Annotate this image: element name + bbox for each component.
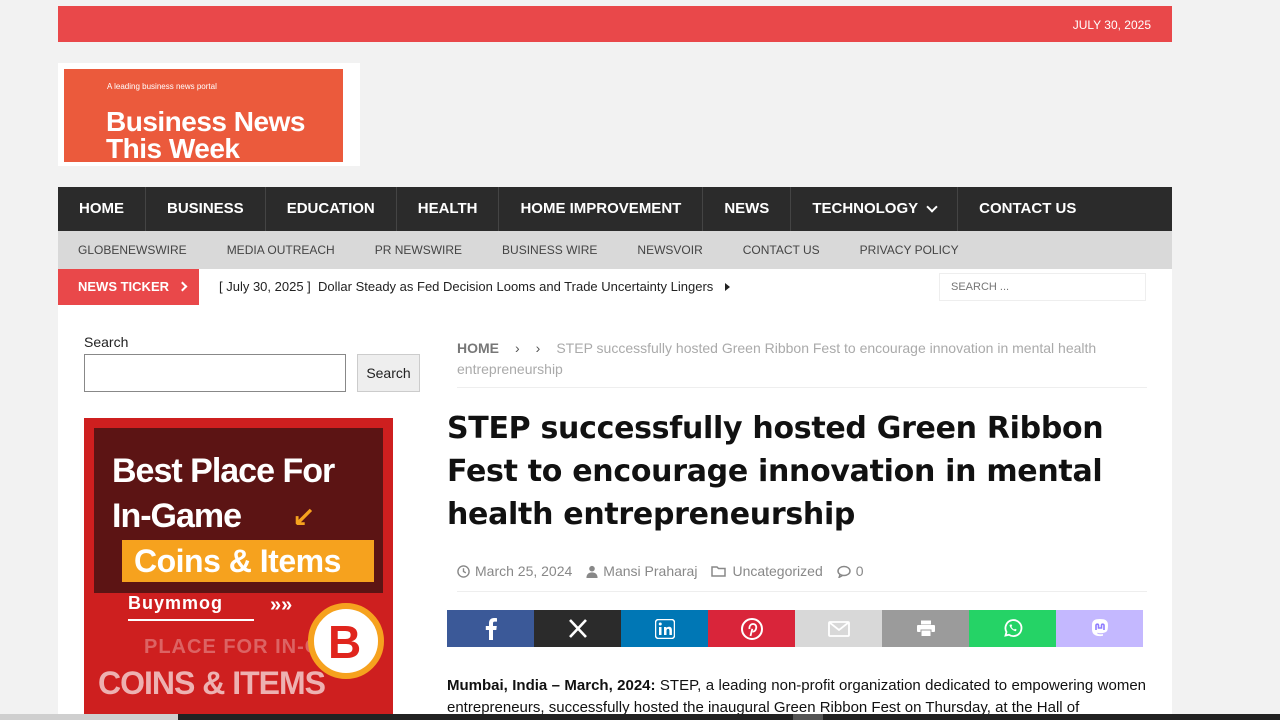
printer-icon xyxy=(916,620,935,637)
share-linkedin-button[interactable] xyxy=(621,610,708,647)
main-content: Search Search Best Place For In-Game ↙ C… xyxy=(58,305,1172,720)
subnav-globenewswire[interactable]: Globenewswire xyxy=(58,231,207,269)
ad-brand-underline xyxy=(128,619,254,621)
brand-logo-icon: B xyxy=(308,603,384,679)
news-ticker-label: News Ticker xyxy=(58,269,199,305)
ticker-headline: Dollar Steady as Fed Decision Looms and … xyxy=(318,279,714,294)
mastodon-icon xyxy=(1091,619,1108,637)
horizontal-scrollbar[interactable] xyxy=(178,714,1280,720)
share-x-button[interactable] xyxy=(534,610,621,647)
nav-home-improvement[interactable]: Home Improvement xyxy=(499,187,704,231)
breadcrumb-home[interactable]: Home xyxy=(457,340,499,356)
nav-health[interactable]: Health xyxy=(397,187,500,231)
scrollbar-track-left xyxy=(0,714,178,720)
article-title: STEP successfully hosted Green Ribbon Fe… xyxy=(447,411,1104,532)
logo-name-line1: Business News xyxy=(106,106,305,137)
meta-author-text: Mansi Praharaj xyxy=(603,563,698,579)
ticker-headline-link[interactable]: [ July 30, 2025 ] Dollar Steady as Fed D… xyxy=(219,269,730,305)
share-mastodon-button[interactable] xyxy=(1056,610,1143,647)
nav-technology-label: Technology xyxy=(812,200,919,217)
meta-category-text: Uncategorized xyxy=(732,563,823,579)
chevron-right-icon: › xyxy=(535,340,541,356)
share-print-button[interactable] xyxy=(882,610,969,647)
meta-date-text: March 25, 2024 xyxy=(475,563,573,579)
ad-brand: Buymmog xyxy=(128,593,224,613)
ticker-date: [ July 30, 2025 ] xyxy=(219,279,311,294)
nav-education[interactable]: Education xyxy=(266,187,397,231)
arrow-down-left-icon: ↙ xyxy=(292,502,316,533)
linkedin-icon xyxy=(654,618,675,639)
facebook-icon xyxy=(485,617,497,640)
subnav-contact-us[interactable]: Contact Us xyxy=(723,231,840,269)
nav-contact-us[interactable]: Contact Us xyxy=(958,187,1097,231)
logo-tagline: A leading business news portal xyxy=(107,82,217,91)
meta-comments[interactable]: 0 xyxy=(836,563,864,579)
share-pinterest-button[interactable] xyxy=(708,610,795,647)
ad-line1: Best Place For xyxy=(112,452,335,490)
divider xyxy=(457,591,1147,592)
ad-panel: Best Place For In-Game ↙ Coins & Items B… xyxy=(94,428,383,621)
sidebar-ad-banner[interactable]: Best Place For In-Game ↙ Coins & Items B… xyxy=(84,418,393,720)
news-ticker-bar: News Ticker [ July 30, 2025 ] Dollar Ste… xyxy=(58,269,1172,305)
pinterest-icon xyxy=(740,617,763,640)
subnav-business-wire[interactable]: Business Wire xyxy=(482,231,617,269)
comment-icon xyxy=(836,565,851,578)
article-body: Mumbai, India – March, 2024: STEP, a lea… xyxy=(447,675,1146,719)
nav-news[interactable]: News xyxy=(703,187,792,231)
ad-line3: Coins & Items xyxy=(122,540,374,582)
chevron-down-icon xyxy=(926,200,938,213)
subnav-media-outreach[interactable]: Media Outreach xyxy=(207,231,355,269)
nav-technology[interactable]: Technology xyxy=(791,187,959,231)
share-email-button[interactable] xyxy=(795,610,882,647)
sidebar-search-button[interactable]: Search xyxy=(357,354,420,392)
logo-name-line2: This Week xyxy=(106,133,240,164)
article-lead: Mumbai, India – March, 2024: xyxy=(447,677,656,694)
subnav-pr-newswire[interactable]: PR Newswire xyxy=(355,231,482,269)
main-navigation: Home Business Education Health Home Impr… xyxy=(58,187,1172,231)
envelope-icon xyxy=(827,620,850,637)
whatsapp-icon xyxy=(1004,619,1023,637)
scrollbar-thumb[interactable] xyxy=(793,714,823,720)
top-bar: July 30, 2025 xyxy=(58,6,1172,42)
breadcrumb: Home › › STEP successfully hosted Green Rib… xyxy=(457,338,1147,380)
folder-icon xyxy=(711,566,727,577)
share-whatsapp-button[interactable] xyxy=(969,610,1056,647)
breadcrumb-current: STEP successfully hosted Green Ribbon Fe… xyxy=(457,340,1097,377)
play-triangle-icon[interactable] xyxy=(724,283,730,291)
share-facebook-button[interactable] xyxy=(447,610,534,647)
secondary-navigation: Globenewswire Media Outreach PR Newswire… xyxy=(58,231,1172,269)
nav-home[interactable]: Home xyxy=(58,187,146,231)
sidebar-search-label: Search xyxy=(84,334,129,350)
x-icon xyxy=(568,619,587,638)
meta-author[interactable]: Mansi Praharaj xyxy=(586,563,697,579)
sidebar-search-input[interactable] xyxy=(84,354,346,392)
header-search-input[interactable] xyxy=(939,273,1146,301)
meta-date[interactable]: March 25, 2024 xyxy=(457,563,572,579)
chevron-right-icon xyxy=(177,281,188,292)
clock-icon xyxy=(457,564,470,578)
nav-business[interactable]: Business xyxy=(146,187,266,231)
subnav-privacy-policy[interactable]: Privacy Policy xyxy=(840,231,979,269)
user-icon xyxy=(586,565,598,578)
article-meta: March 25, 2024 Mansi Praharaj Uncategori… xyxy=(457,563,878,579)
site-logo[interactable]: A leading business news portal Business … xyxy=(58,63,360,166)
ad-background-text-large: COINS & ITEMS xyxy=(98,665,326,701)
ad-line2: In-Game xyxy=(112,497,242,535)
double-chevron-right-icon: »» xyxy=(270,594,293,616)
logo-banner[interactable]: A leading business news portal Business … xyxy=(64,69,343,164)
news-ticker-label-text: News Ticker xyxy=(78,279,169,294)
current-date: July 30, 2025 xyxy=(1072,18,1151,32)
subnav-newsvoir[interactable]: Newsvoir xyxy=(617,231,722,269)
divider xyxy=(457,387,1147,388)
chevron-right-icon: › xyxy=(515,340,520,356)
share-buttons xyxy=(447,610,1143,647)
meta-comments-count: 0 xyxy=(855,563,864,579)
meta-category[interactable]: Uncategorized xyxy=(711,563,823,579)
